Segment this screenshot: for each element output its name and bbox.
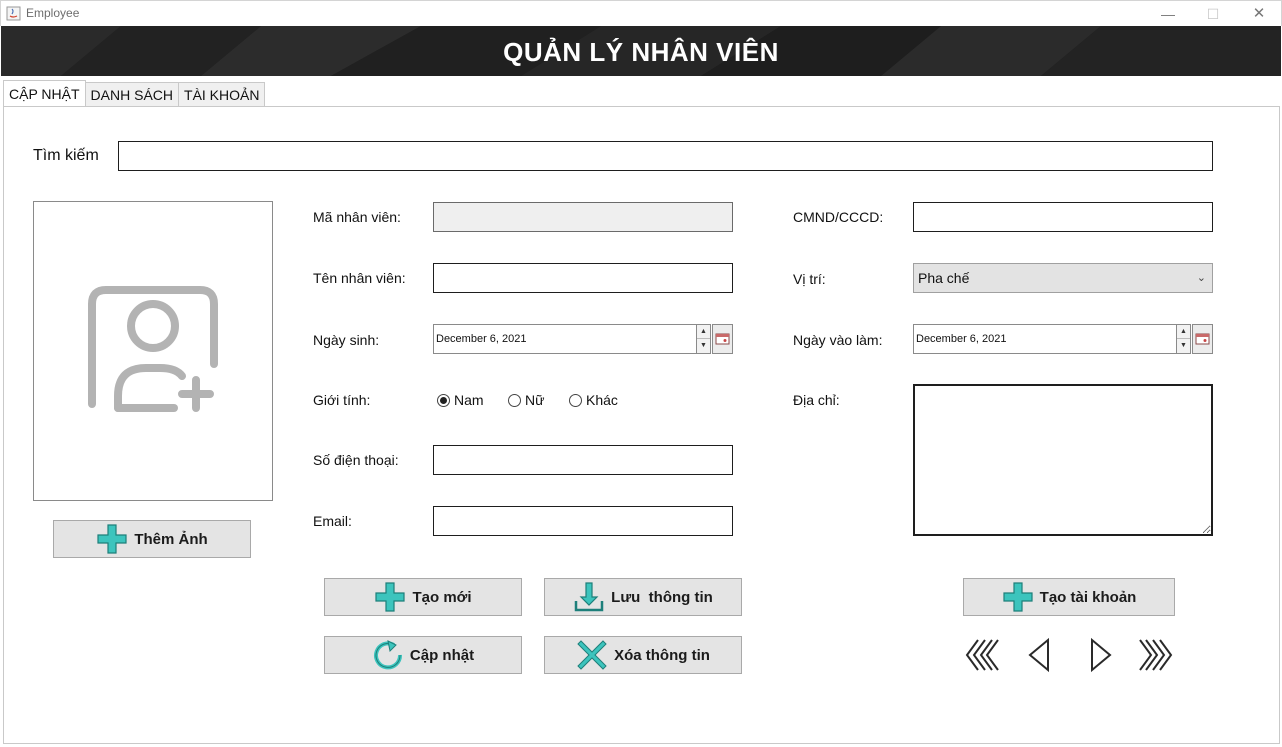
id-card-label: CMND/CCCD: — [793, 209, 884, 225]
birth-date-label: Ngày sinh: — [313, 332, 380, 348]
create-account-label: Tạo tài khoản — [1039, 588, 1137, 606]
delete-info-button[interactable]: Xóa thông tin — [544, 636, 742, 674]
calendar-icon — [715, 333, 730, 345]
tab-account[interactable]: TÀI KHOẢN — [178, 82, 266, 106]
save-info-label: Lưu thông tin — [611, 588, 713, 606]
spin-up-icon[interactable]: ▲ — [697, 325, 710, 339]
search-input[interactable] — [118, 141, 1213, 171]
maximize-button[interactable]: ☐ — [1203, 4, 1223, 24]
create-new-label: Tạo mới — [412, 588, 472, 606]
chevron-down-icon: ⌄ — [1196, 272, 1206, 284]
update-label: Cập nhật — [409, 646, 475, 664]
add-photo-button[interactable]: Thêm Ảnh — [53, 520, 251, 558]
id-card-field[interactable] — [913, 202, 1213, 232]
java-app-icon — [6, 6, 21, 21]
spin-down-icon[interactable]: ▼ — [1177, 339, 1190, 353]
tab-update[interactable]: CẬP NHẬT — [3, 80, 86, 106]
minimize-button[interactable]: — — [1158, 4, 1178, 24]
page-title: QUẢN LÝ NHÂN VIÊN — [503, 37, 779, 67]
spin-down-icon[interactable]: ▼ — [697, 339, 710, 353]
update-button[interactable]: Cập nhật — [324, 636, 522, 674]
birth-date-spinner[interactable]: ▲ ▼ — [696, 324, 711, 354]
header-banner: QUẢN LÝ NHÂN VIÊN — [1, 26, 1281, 76]
birth-date-calendar-button[interactable] — [712, 324, 733, 354]
gender-label: Giới tính: — [313, 392, 371, 408]
calendar-icon — [1195, 333, 1210, 345]
download-save-icon — [574, 582, 604, 612]
gender-radio-female[interactable]: Nữ — [508, 392, 544, 408]
employee-name-label: Tên nhân viên: — [313, 270, 406, 286]
gender-radio-male[interactable]: Nam — [437, 392, 484, 408]
employee-id-field — [433, 202, 733, 232]
radio-selected-indicator — [437, 393, 450, 407]
start-date-spinner[interactable]: ▲ ▼ — [1176, 324, 1191, 354]
plus-icon — [1003, 582, 1033, 612]
plus-icon — [375, 582, 406, 612]
previous-record-icon[interactable] — [1026, 637, 1054, 673]
email-label: Email: — [313, 513, 352, 529]
save-info-button[interactable]: Lưu thông tin — [544, 578, 742, 616]
tab-list[interactable]: DANH SÁCH — [84, 82, 180, 106]
next-record-icon[interactable] — [1086, 637, 1114, 673]
add-photo-label: Thêm Ảnh — [134, 530, 208, 548]
address-label: Địa chỉ: — [793, 392, 840, 408]
position-select[interactable]: Pha chế ⌄ — [913, 263, 1213, 293]
employee-name-field[interactable] — [433, 263, 733, 293]
position-select-value: Pha chế — [918, 270, 970, 286]
email-field[interactable] — [433, 506, 733, 536]
spin-up-icon[interactable]: ▲ — [1177, 325, 1190, 339]
search-label: Tìm kiếm — [33, 147, 99, 164]
position-label: Vị trí: — [793, 271, 826, 287]
photo-frame[interactable] — [33, 201, 273, 501]
create-new-button[interactable]: Tạo mới — [324, 578, 522, 616]
address-textarea[interactable] — [913, 384, 1213, 536]
radio-indicator — [508, 393, 521, 407]
create-account-button[interactable]: Tạo tài khoản — [963, 578, 1175, 616]
close-button[interactable]: ✕ — [1249, 4, 1269, 24]
last-record-icon[interactable] — [1138, 637, 1174, 673]
employee-id-label: Mã nhân viên: — [313, 209, 401, 225]
window-titlebar: Employee — ☐ ✕ — [0, 0, 1282, 26]
window-title: Employee — [26, 6, 80, 20]
plus-icon — [97, 524, 127, 554]
phone-field[interactable] — [433, 445, 733, 475]
refresh-icon — [373, 640, 402, 670]
start-date-label: Ngày vào làm: — [793, 332, 883, 348]
gender-radio-other-label: Khác — [586, 392, 618, 408]
start-date-calendar-button[interactable] — [1192, 324, 1213, 354]
add-user-photo-icon — [88, 286, 218, 412]
start-date-field[interactable]: December 6, 2021 — [913, 324, 1177, 354]
gender-radio-male-label: Nam — [454, 392, 484, 408]
delete-x-icon — [577, 640, 607, 670]
delete-info-label: Xóa thông tin — [614, 646, 710, 664]
gender-radio-other[interactable]: Khác — [569, 392, 618, 408]
tab-bar: CẬP NHẬT DANH SÁCH TÀI KHOẢN — [3, 80, 266, 106]
first-record-icon[interactable] — [964, 637, 1000, 673]
gender-radio-female-label: Nữ — [525, 392, 545, 408]
radio-indicator — [569, 393, 582, 407]
phone-label: Số điện thoại: — [313, 452, 399, 468]
birth-date-field[interactable]: December 6, 2021 — [433, 324, 697, 354]
